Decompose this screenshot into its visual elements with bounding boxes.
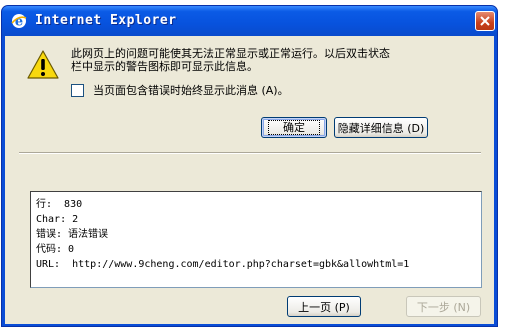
message-line-1: 此网页上的问题可能使其无法正常显示或正常运行。以后双击状态 [71,47,390,60]
next-button[interactable]: 下一步 (N) [406,296,481,317]
always-show-label[interactable]: 当页面包含错误时始终显示此消息 (A)。 [93,82,289,98]
error-message: 此网页上的问题可能使其无法正常显示或正常运行。以后双击状态 栏中显示的警告图标即… [71,47,431,73]
detail-line: 错误: 语法错误 [36,229,109,240]
ok-button-label: 确定 [268,120,320,135]
detail-line: URL: http://www.9cheng.com/editor.php?ch… [36,259,410,270]
next-label: 下一步 (N) [416,300,471,314]
ie-logo-icon: e [11,13,27,30]
dialog-window: e Internet Explorer 此网页上的问题可能使其无法正常显示或正常… [1,5,498,327]
window-title: Internet Explorer [35,13,177,28]
hide-details-label: 隐藏详细信息 (D) [337,121,425,135]
ok-button[interactable]: 确定 [261,117,327,138]
previous-button[interactable]: 上一页 (P) [287,296,361,317]
detail-line: Char: 2 [36,214,79,225]
message-line-2: 栏中显示的警告图标即可显示此信息。 [71,60,258,73]
error-details-box[interactable]: 行: 830 Char: 2 错误: 语法错误 代码: 0 URL: http:… [30,191,482,288]
previous-label: 上一页 (P) [298,300,350,314]
divider [19,152,481,154]
title-bar[interactable]: e Internet Explorer [2,6,497,36]
warning-icon [26,49,60,81]
dialog-body: 此网页上的问题可能使其无法正常显示或正常运行。以后双击状态 栏中显示的警告图标即… [5,36,494,324]
close-button[interactable] [475,11,495,31]
hide-details-button[interactable]: 隐藏详细信息 (D) [334,117,428,138]
always-show-checkbox[interactable] [71,83,84,97]
always-show-row[interactable]: 当页面包含错误时始终显示此消息 (A)。 [71,82,289,98]
detail-line: 代码: 0 [36,244,75,255]
detail-line: 行: 830 [36,199,83,210]
close-icon [480,16,490,26]
